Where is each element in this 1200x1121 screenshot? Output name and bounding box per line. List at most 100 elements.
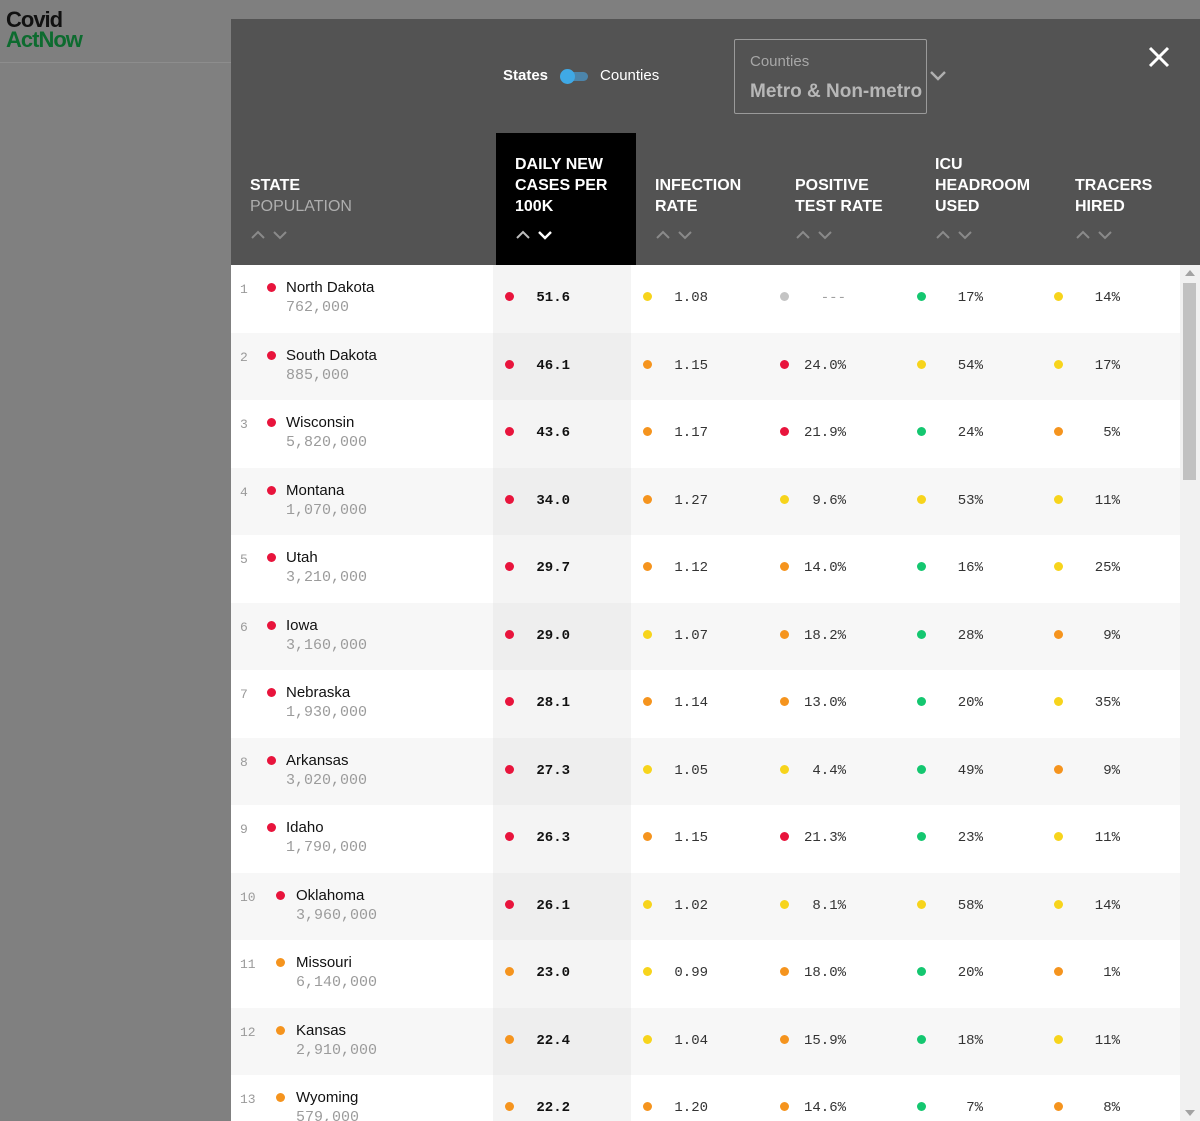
positive-test-rate-dot [780,359,789,369]
sort-ascending-icon[interactable] [1076,230,1090,240]
sort-descending-icon[interactable] [538,230,552,240]
infection-rate-dot [643,832,652,841]
sort-controls [251,230,287,240]
col-state[interactable]: STATE POPULATION [231,133,496,265]
infection-rate-dot [643,764,652,774]
row-rank: 10 [240,889,256,905]
scroll-up-icon[interactable] [1185,270,1195,276]
column-title: DAILY NEW CASES PER 100K [515,154,620,217]
daily-new-cases-dot [505,967,514,976]
table-row[interactable]: 6 Iowa 3,160,000 29.0 1.07 18.2% 28% 9% [231,602,1180,670]
toggle-label-counties[interactable]: Counties [600,67,659,84]
table-row[interactable]: 13 Wyoming 579,000 22.2 1.20 14.6% 7% 8% [231,1075,1180,1121]
sort-ascending-icon[interactable] [516,230,530,240]
col-positive-test-rate[interactable]: POSITIVE TEST RATE [776,133,916,265]
sort-descending-icon[interactable] [958,230,972,240]
table-row[interactable]: 3 Wisconsin 5,820,000 43.6 1.17 21.9% 24% 5% [231,400,1180,468]
row-rank: 9 [240,822,248,837]
table-row[interactable]: 12 Kansas 2,910,000 22.4 1.04 15.9% 18% 11% [231,1007,1180,1075]
sort-descending-icon[interactable] [818,230,832,240]
state-name[interactable]: Wisconsin [286,414,354,431]
state-name[interactable]: Iowa [286,617,318,634]
row-rank: 7 [240,687,248,702]
state-name[interactable]: Nebraska [286,684,350,701]
col-tracers-hired[interactable]: TRACERS HIRED [1056,133,1196,265]
table-row[interactable]: 5 Utah 3,210,000 29.7 1.12 14.0% 16% 25% [231,535,1180,603]
scrollbar-thumb[interactable] [1183,283,1196,480]
positive-test-rate-dot [780,832,789,841]
row-rank: 12 [240,1024,256,1040]
state-name[interactable]: Missouri [296,954,352,971]
infection-rate-dot [643,629,652,639]
state-name[interactable]: North Dakota [286,279,374,296]
positive-test-rate-dot [780,629,789,639]
sort-descending-icon[interactable] [678,230,692,240]
table-row[interactable]: 8 Arkansas 3,020,000 27.3 1.05 4.4% 49% 9% [231,737,1180,805]
daily-new-cases-value: 34.0 [536,492,570,509]
infection-rate-dot [643,967,652,976]
sort-ascending-icon[interactable] [796,230,810,240]
sort-descending-icon[interactable] [1098,230,1112,240]
col-infection-rate[interactable]: INFECTION RATE [636,133,776,265]
table-row[interactable]: 4 Montana 1,070,000 34.0 1.27 9.6% 53% 11% [231,467,1180,535]
icu-headroom-value: 18% [957,1032,983,1049]
sort-controls [936,230,972,240]
tracers-hired-value: 5% [1103,425,1120,441]
state-population: 5,820,000 [286,434,368,451]
table-row[interactable]: 2 South Dakota 885,000 46.1 1.15 24.0% 54% 17% [231,332,1180,400]
table-row[interactable]: 1 North Dakota 762,000 51.6 1.08 --- 17% 14% [231,265,1180,333]
sort-ascending-icon[interactable] [251,230,265,240]
close-icon[interactable] [1145,43,1173,71]
positive-test-rate-dot [780,562,789,571]
state-name[interactable]: Wyoming [296,1089,358,1106]
sort-descending-icon[interactable] [273,230,287,240]
infection-rate-value: 1.27 [674,492,708,509]
col-icu-headroom[interactable]: ICU HEADROOM USED [916,133,1056,265]
tracers-hired-dot [1054,562,1063,571]
table-row[interactable]: 11 Missouri 6,140,000 23.0 0.99 18.0% 20% 1% [231,940,1180,1008]
covid-act-now-logo[interactable]: Covid ActNow [6,9,83,51]
tracers-hired-value: 14% [1094,290,1120,306]
daily-new-cases-value: 26.1 [536,897,570,914]
infection-rate-dot [643,1034,652,1044]
sort-ascending-icon[interactable] [656,230,670,240]
infection-rate-dot [643,1102,652,1111]
row-rank: 13 [240,1092,256,1107]
col-daily-new-cases[interactable]: DAILY NEW CASES PER 100K [496,133,636,265]
state-population: 3,210,000 [286,569,368,586]
infection-rate-value: 1.05 [674,762,708,779]
table-row[interactable]: 10 Oklahoma 3,960,000 26.1 1.02 8.1% 58% 14% [231,872,1180,940]
sort-controls [656,230,692,240]
table-scrollbar[interactable] [1180,265,1200,1121]
state-name[interactable]: Idaho [286,819,324,836]
icu-headroom-dot [917,427,926,436]
column-title: ICU HEADROOM USED [935,154,1040,217]
column-title: STATE POPULATION [250,175,450,217]
icu-headroom-value: 20% [957,965,983,981]
state-name[interactable]: Kansas [296,1022,346,1039]
county-type-select[interactable]: Counties Metro & Non-metro [734,39,927,114]
sort-ascending-icon[interactable] [936,230,950,240]
toggle-label-states[interactable]: States [503,67,548,84]
table-row[interactable]: 9 Idaho 1,790,000 26.3 1.15 21.3% 23% 11% [231,805,1180,873]
icu-headroom-dot [917,494,926,504]
state-level-dot [267,553,276,562]
tracers-hired-dot [1054,832,1063,841]
icu-headroom-value: 54% [957,357,983,374]
state-name[interactable]: Utah [286,549,318,566]
chevron-down-icon[interactable] [928,65,948,85]
infection-rate-value: 1.08 [674,290,708,306]
state-name[interactable]: Oklahoma [296,887,364,904]
state-name[interactable]: Arkansas [286,752,349,769]
state-name[interactable]: Montana [286,482,344,499]
state-name[interactable]: South Dakota [286,347,377,364]
scroll-down-icon[interactable] [1185,1110,1195,1116]
switch-knob[interactable] [560,68,576,84]
infection-rate-value: 1.20 [674,1100,708,1116]
states-counties-switch[interactable] [560,68,589,84]
daily-new-cases-value: 26.3 [536,830,570,846]
positive-test-rate-value: 9.6% [812,492,846,509]
positive-test-rate-dot [780,1102,789,1111]
table-row[interactable]: 7 Nebraska 1,930,000 28.1 1.14 13.0% 20% 35% [231,670,1180,738]
tracers-hired-value: 1% [1103,965,1120,981]
